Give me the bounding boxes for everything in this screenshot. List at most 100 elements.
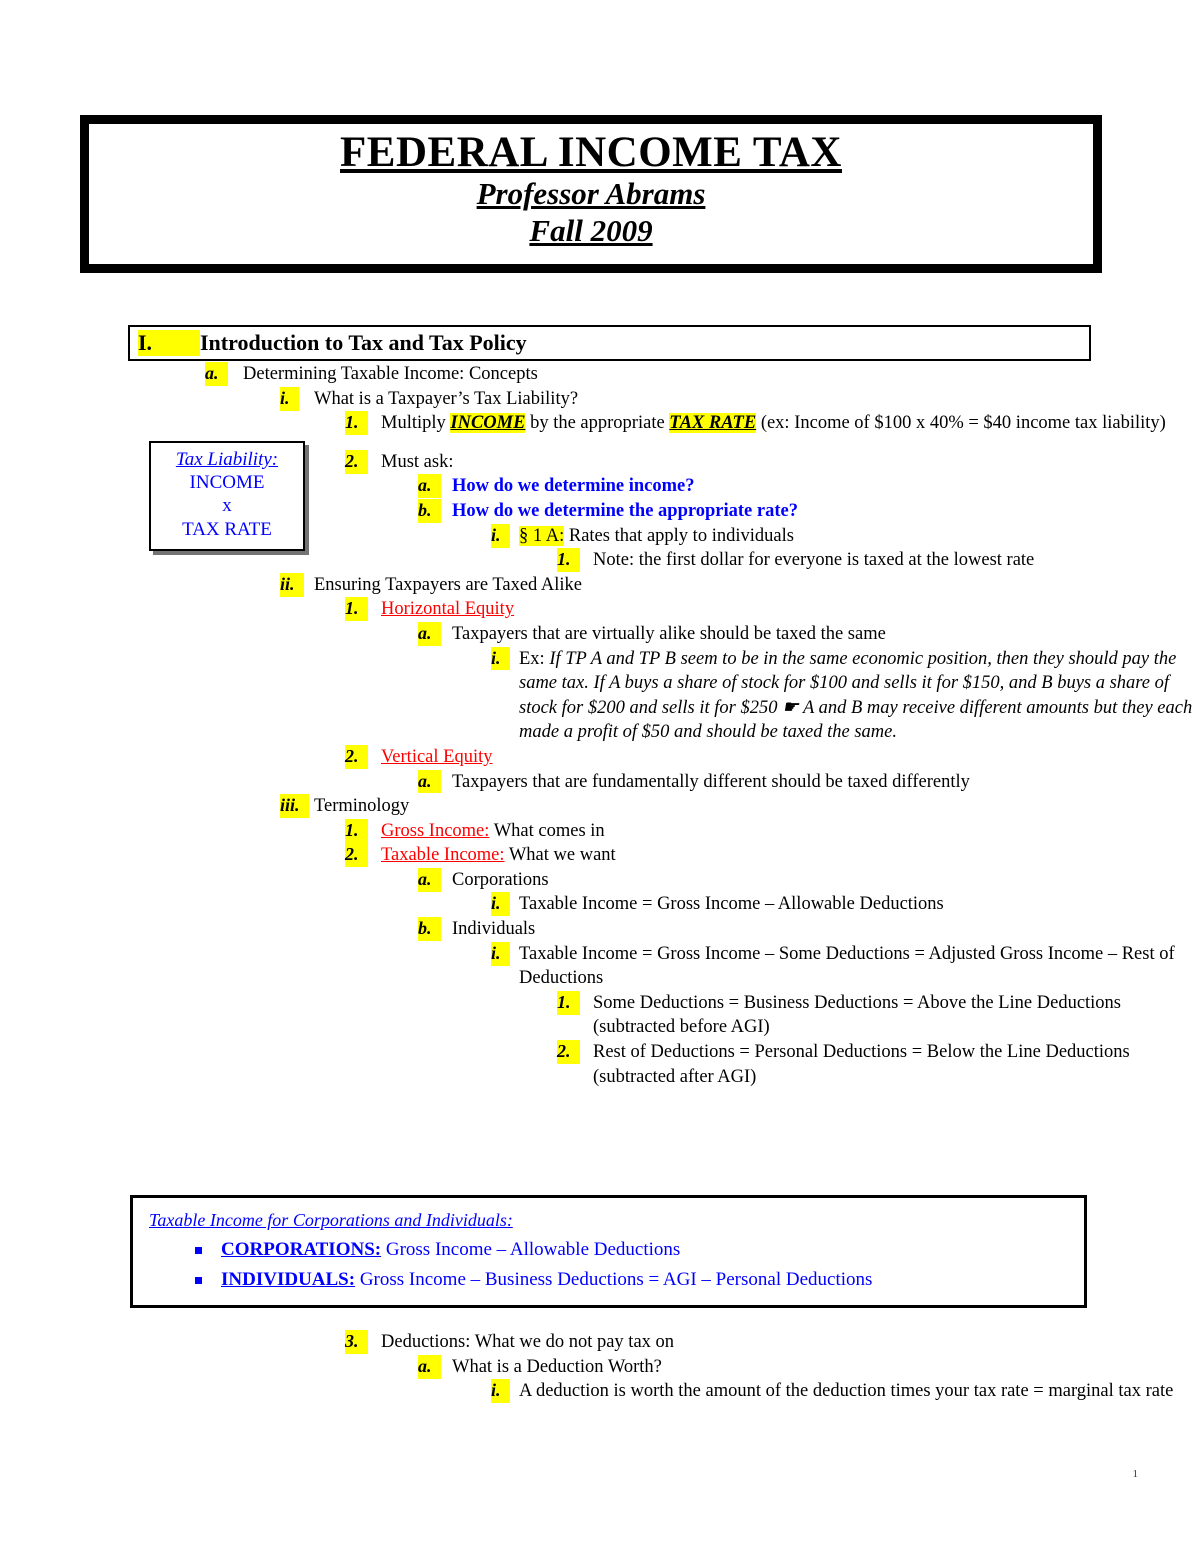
list-marker: a. (418, 621, 441, 646)
list-marker: a. (418, 867, 441, 892)
outline-text: Determining Taxable Income: Concepts (243, 364, 538, 384)
outline-item-a-iii-2-b-i: i. Taxable Income = Gross Income – Some … (0, 941, 1200, 991)
summary-list: CORPORATIONS: Gross Income – Allowable D… (149, 1237, 1084, 1294)
outline-item-a-iii-1: 1. Gross Income: What comes in (0, 818, 1200, 844)
outline-text: Vertical Equity (381, 745, 1200, 770)
outline-text: Taxable Income = Gross Income – Some Ded… (519, 943, 1175, 989)
outline-text: Individuals (452, 919, 536, 940)
outline-item-a-i-2-b-i: i. § 1 A: Rates that apply to individual… (0, 523, 1200, 549)
title-block: FEDERAL INCOME TAX Professor Abrams Fall… (80, 115, 1102, 273)
professor-name: Professor Abrams (476, 176, 706, 212)
section-numeral: I. (138, 330, 200, 356)
list-item: CORPORATIONS: Gross Income – Allowable D… (149, 1237, 1084, 1264)
outline-text: Multiply INCOME by the appropriate TAX R… (381, 411, 1200, 436)
list-marker: a. (205, 362, 228, 386)
outline-text: What is a Deduction Worth? (452, 1356, 662, 1377)
text-fragment: (ex: Income of $100 x 40% = $40 income t… (756, 413, 1166, 434)
outline-item-a-ii: ii. Ensuring Taxpayers are Taxed Alike (0, 572, 1200, 598)
list-marker: i. (491, 941, 510, 966)
list-marker: b. (418, 498, 441, 523)
outline-text: Taxable Income: What we want (381, 843, 1200, 868)
outline-text: Ensuring Taxpayers are Taxed Alike (314, 574, 582, 595)
list-marker: b. (418, 917, 441, 941)
outline-text: Horizontal Equity (381, 597, 1200, 622)
list-marker: 1. (345, 411, 368, 436)
outline-item-a-iii-3-a: a. What is a Deduction Worth? (0, 1354, 1200, 1380)
text-fragment: Multiply (381, 413, 451, 434)
text-fragment: by the appropriate (525, 413, 670, 434)
outline-item-a-i-2: 2. Must ask: (0, 449, 1200, 475)
defined-term-taxable-income: Taxable Income: (381, 845, 505, 866)
summary-item-text: Gross Income – Business Deductions = AGI… (355, 1268, 873, 1290)
outline-item-a-iii-2-a-i: i. Taxable Income = Gross Income – Allow… (0, 892, 1200, 917)
outline-item-a-i-2-a: a. How do we determine income? (0, 474, 1200, 499)
example-prefix: Ex: (519, 648, 550, 669)
text-fragment: What we want (504, 845, 616, 866)
list-marker: 2. (345, 843, 368, 868)
list-marker: i. (491, 646, 510, 671)
key-term-income: INCOME (450, 413, 526, 434)
outline-item-a-ii-1-a-i: i. Ex: If TP A and TP B seem to be in th… (0, 646, 1200, 745)
statute-citation: § 1 A: (519, 525, 565, 546)
outline-text: Corporations (452, 869, 549, 890)
list-marker: i. (280, 386, 299, 411)
outline-item-a-i-2-b: b. How do we determine the appropriate r… (0, 498, 1200, 524)
list-marker: 1. (345, 818, 368, 843)
outline-text: Taxpayers that are fundamentally differe… (452, 771, 970, 792)
outline-text: Note: the first dollar for everyone is t… (593, 550, 1035, 571)
outline-text: What is a Taxpayer’s Tax Liability? (314, 388, 579, 409)
outline-text: How do we determine income? (452, 476, 695, 497)
outline-body-tail: 3. Deductions: What we do not pay tax on… (0, 1330, 1200, 1404)
list-marker: 1. (345, 597, 368, 622)
key-term-tax-rate: TAX RATE (669, 413, 757, 434)
section-header: I. Introduction to Tax and Tax Policy (128, 325, 1091, 361)
list-marker: i. (491, 1379, 510, 1404)
list-marker: 2. (345, 449, 368, 474)
outline-text: Some Deductions = Business Deductions = … (593, 992, 1122, 1038)
outline-item-a-i-2-b-i-1: 1. Note: the first dollar for everyone i… (0, 548, 1200, 573)
outline-text: Taxpayers that are virtually alike shoul… (452, 623, 886, 644)
defined-term-gross-income: Gross Income: (381, 820, 490, 841)
outline-text: Ex: If TP A and TP B seem to be in the s… (519, 647, 1200, 745)
outline-text: Taxable Income = Gross Income – Allowabl… (519, 894, 944, 915)
outline-item-a-iii-2-b-i-1: 1. Some Deductions = Business Deductions… (0, 990, 1200, 1040)
outline-item-a-iii-2-b: b. Individuals (0, 917, 1200, 942)
outline-item-a-i-1: 1. Multiply INCOME by the appropriate TA… (0, 411, 1200, 436)
document-page: FEDERAL INCOME TAX Professor Abrams Fall… (0, 0, 1200, 1553)
list-marker: iii. (280, 794, 309, 819)
outline-text: Must ask: (381, 451, 454, 472)
list-marker: 1. (557, 990, 580, 1015)
list-marker: 1. (557, 548, 580, 573)
document-title: FEDERAL INCOME TAX (340, 129, 842, 176)
outline-text: A deduction is worth the amount of the d… (519, 1381, 1174, 1402)
outline-text: Rest of Deductions = Personal Deductions… (593, 1042, 1130, 1087)
square-bullet-icon (195, 1276, 202, 1284)
outline-item-a-i: i. What is a Taxpayer’s Tax Liability? (0, 386, 1200, 412)
list-marker: ii. (280, 572, 304, 597)
outline-text: Deductions: What we do not pay tax on (381, 1332, 675, 1352)
outline-text: § 1 A: Rates that apply to individuals (519, 524, 1200, 549)
list-marker: a. (418, 474, 441, 499)
outline-item-a: a. Determining Taxable Income: Concepts (0, 362, 1200, 387)
outline-body: a. Determining Taxable Income: Concepts … (0, 362, 1200, 1089)
section-heading: Introduction to Tax and Tax Policy (200, 330, 527, 355)
outline-item-a-ii-1: 1. Horizontal Equity (0, 597, 1200, 622)
term-label: Fall 2009 (529, 213, 653, 249)
summary-item-text: Gross Income – Allowable Deductions (381, 1238, 681, 1260)
outline-item-a-ii-1-a: a. Taxpayers that are virtually alike sh… (0, 621, 1200, 647)
outline-item-a-iii-2-a: a. Corporations (0, 867, 1200, 893)
outline-text: Terminology (314, 796, 410, 817)
text-fragment: What comes in (489, 820, 605, 841)
outline-item-a-iii: iii. Terminology (0, 794, 1200, 819)
outline-text: How do we determine the appropriate rate… (452, 500, 798, 521)
list-marker: 3. (345, 1330, 368, 1354)
text-fragment: Rates that apply to individuals (564, 525, 794, 546)
outline-item-a-iii-3: 3. Deductions: What we do not pay tax on (0, 1330, 1200, 1355)
example-text: If TP A and TP B seem to be in the same … (519, 648, 1193, 743)
page-number: 1 (1132, 1468, 1139, 1480)
list-marker: 2. (345, 744, 368, 769)
defined-term-vertical-equity: Vertical Equity (381, 746, 493, 767)
summary-item-label: CORPORATIONS: (221, 1238, 382, 1260)
list-marker: 2. (557, 1040, 580, 1064)
